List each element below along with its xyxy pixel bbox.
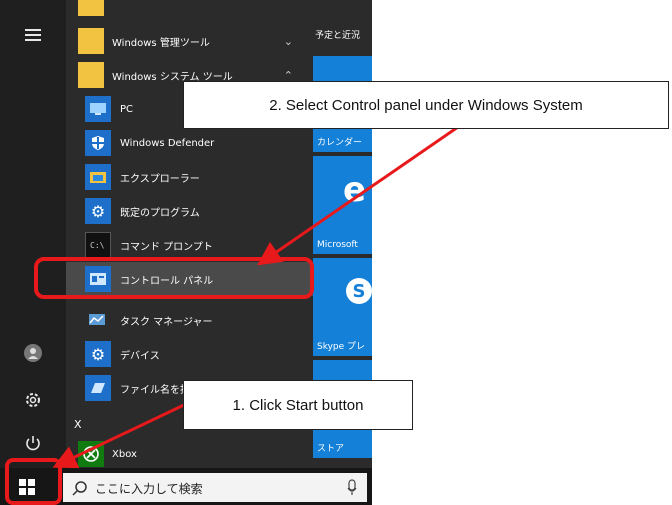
arrow-to-control-panel <box>257 125 459 266</box>
callout-step-2: 2. Select Control panel under Windows Sy… <box>183 81 669 129</box>
callout-step-1: 1. Click Start button <box>183 380 413 430</box>
arrow-to-start-button <box>52 402 187 469</box>
